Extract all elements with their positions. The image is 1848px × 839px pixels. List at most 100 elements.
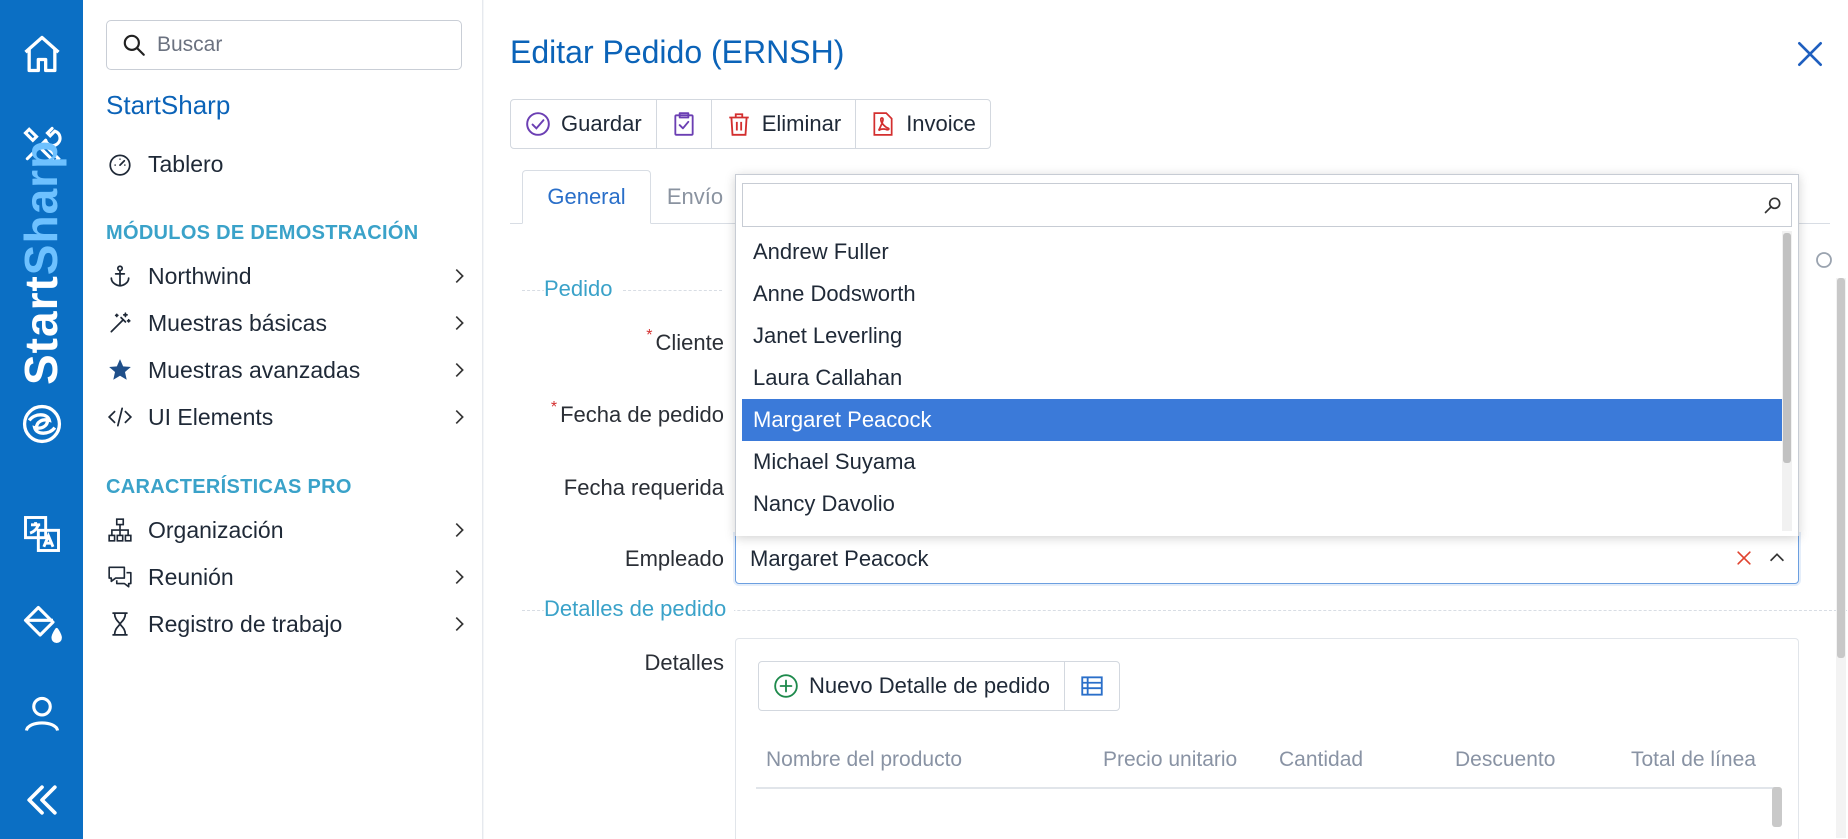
grid-column-header[interactable]: Total de línea xyxy=(1621,748,1771,772)
fieldset-order-legend: Pedido xyxy=(544,276,621,302)
dialog-scrollbar-thumb[interactable] xyxy=(1837,278,1845,658)
details-label: Detalles xyxy=(644,650,724,675)
anchor-icon xyxy=(106,262,134,290)
home-icon[interactable] xyxy=(18,30,66,78)
order-date-label: * Fecha de pedido xyxy=(550,399,724,427)
column-picker-button[interactable] xyxy=(1065,662,1119,710)
dropdown-option[interactable]: Andrew Fuller xyxy=(742,231,1782,273)
dropdown-list: Andrew Fuller Anne Dodsworth Janet Lever… xyxy=(742,231,1782,525)
nav-item-label: Muestras básicas xyxy=(148,309,327,336)
close-icon[interactable] xyxy=(1794,38,1826,70)
dashboard-icon xyxy=(106,150,134,178)
chevron-right-icon xyxy=(455,409,464,425)
grid-column-header[interactable]: Nombre del producto xyxy=(756,748,1093,772)
dropdown-search[interactable] xyxy=(742,183,1792,227)
star-icon xyxy=(106,356,134,384)
chevron-right-icon xyxy=(455,616,464,632)
nav-item-organizacion[interactable]: Organización xyxy=(106,510,476,550)
search-icon xyxy=(1764,197,1781,214)
dropdown-option[interactable]: Anne Dodsworth xyxy=(742,273,1782,315)
new-order-detail-label: Nuevo Detalle de pedido xyxy=(809,673,1050,698)
chevron-right-icon xyxy=(455,362,464,378)
dropdown-option[interactable]: Janet Leverling xyxy=(742,315,1782,357)
apply-changes-button[interactable] xyxy=(657,100,712,148)
side-navigation: StartSharp Tablero MÓDULOS DE DEMOSTRACI… xyxy=(83,0,483,839)
chevron-right-icon xyxy=(455,569,464,585)
employee-select[interactable]: Margaret Peacock xyxy=(735,534,1799,584)
customer-label: * Cliente xyxy=(646,327,724,355)
dropdown-option[interactable]: Michael Suyama xyxy=(742,441,1782,483)
add-circle-icon xyxy=(774,674,798,698)
dropdown-option-selected[interactable]: Margaret Peacock xyxy=(742,399,1782,441)
grid-column-header[interactable]: Cantidad xyxy=(1269,748,1445,772)
new-order-detail-button[interactable]: Nuevo Detalle de pedido xyxy=(759,662,1065,710)
field-action-icon xyxy=(1816,252,1832,268)
section-pro-features: CARACTERÍSTICAS PRO xyxy=(106,476,352,498)
dialog-toolbar: Guardar Eliminar Invoice xyxy=(510,99,991,149)
trash-icon xyxy=(728,113,749,136)
nav-item-registro-trabajo[interactable]: Registro de trabajo xyxy=(106,604,476,644)
nav-item-muestras-avanzadas[interactable]: Muestras avanzadas xyxy=(106,350,476,390)
chevron-right-icon xyxy=(455,315,464,331)
nav-item-ui-elements[interactable]: UI Elements xyxy=(106,397,476,437)
app-rail: StartSharp xyxy=(0,0,83,839)
save-button-label: Guardar xyxy=(561,111,642,136)
user-icon[interactable] xyxy=(18,690,66,738)
clipboard-check-icon xyxy=(674,112,694,136)
tab-general[interactable]: General xyxy=(522,170,651,224)
grid-header-row: Nombre del producto Precio unitario Cant… xyxy=(756,733,1776,789)
invoice-button-label: Invoice xyxy=(906,111,976,136)
clear-icon[interactable] xyxy=(1734,548,1754,568)
paint-bucket-icon[interactable] xyxy=(18,600,66,648)
chevron-right-icon xyxy=(455,268,464,284)
dialog-scrollbar[interactable] xyxy=(1836,278,1846,838)
chat-bubbles-icon xyxy=(106,563,134,591)
employee-select-value: Margaret Peacock xyxy=(750,546,929,571)
delete-button[interactable]: Eliminar xyxy=(712,100,857,148)
nav-item-label: Northwind xyxy=(148,262,252,289)
dropdown-option[interactable]: Nancy Davolio xyxy=(742,483,1782,525)
magic-wand-icon xyxy=(106,309,134,337)
dropdown-scrollbar[interactable] xyxy=(1782,231,1792,531)
tab-envio[interactable]: Envío xyxy=(655,170,735,224)
check-circle-icon xyxy=(526,112,550,136)
section-demo-modules: MÓDULOS DE DEMOSTRACIÓN xyxy=(106,222,419,244)
nav-item-reunion[interactable]: Reunión xyxy=(106,557,476,597)
required-asterisk: * xyxy=(646,327,653,344)
nav-item-tablero[interactable]: Tablero xyxy=(106,144,476,184)
grid-column-header[interactable]: Precio unitario xyxy=(1093,748,1269,772)
translate-icon[interactable] xyxy=(18,510,66,558)
dropdown-scrollbar-thumb[interactable] xyxy=(1783,233,1791,463)
dropdown-search-input[interactable] xyxy=(743,185,1743,225)
nav-item-label: UI Elements xyxy=(148,403,274,430)
code-icon xyxy=(106,403,134,431)
nav-item-label: Tablero xyxy=(148,150,224,177)
dropdown-option[interactable]: Laura Callahan xyxy=(742,357,1782,399)
dialog-title: Editar Pedido (ERNSH) xyxy=(510,34,845,70)
required-date-label: Fecha requerida xyxy=(563,475,724,500)
nav-item-label: Muestras avanzadas xyxy=(148,356,361,383)
collapse-icon[interactable] xyxy=(18,776,66,824)
org-chart-icon xyxy=(106,516,134,544)
search-icon xyxy=(123,34,145,56)
grid-scrollbar[interactable] xyxy=(1772,787,1782,827)
required-asterisk: * xyxy=(550,399,558,416)
nav-item-label: Reunión xyxy=(148,563,234,590)
fieldset-details-legend: Detalles de pedido xyxy=(544,596,735,622)
chevron-up-icon[interactable] xyxy=(1766,547,1788,569)
grid-column-header[interactable]: Descuento xyxy=(1445,748,1621,772)
nav-item-northwind[interactable]: Northwind xyxy=(106,256,476,296)
nav-search-input[interactable] xyxy=(157,33,447,57)
nav-title[interactable]: StartSharp xyxy=(106,90,230,121)
save-button[interactable]: Guardar xyxy=(511,100,657,148)
invoice-button[interactable]: Invoice xyxy=(856,100,990,148)
details-toolbar: Nuevo Detalle de pedido xyxy=(758,661,1120,711)
nav-search[interactable] xyxy=(106,20,462,70)
delete-button-label: Eliminar xyxy=(761,111,842,136)
chevron-right-icon xyxy=(455,522,464,538)
employee-label: Empleado xyxy=(624,546,724,571)
employee-dropdown: Andrew Fuller Anne Dodsworth Janet Lever… xyxy=(735,174,1799,536)
nav-item-label: Organización xyxy=(148,516,284,543)
hourglass-icon xyxy=(106,610,134,638)
nav-item-muestras-basicas[interactable]: Muestras básicas xyxy=(106,303,476,343)
